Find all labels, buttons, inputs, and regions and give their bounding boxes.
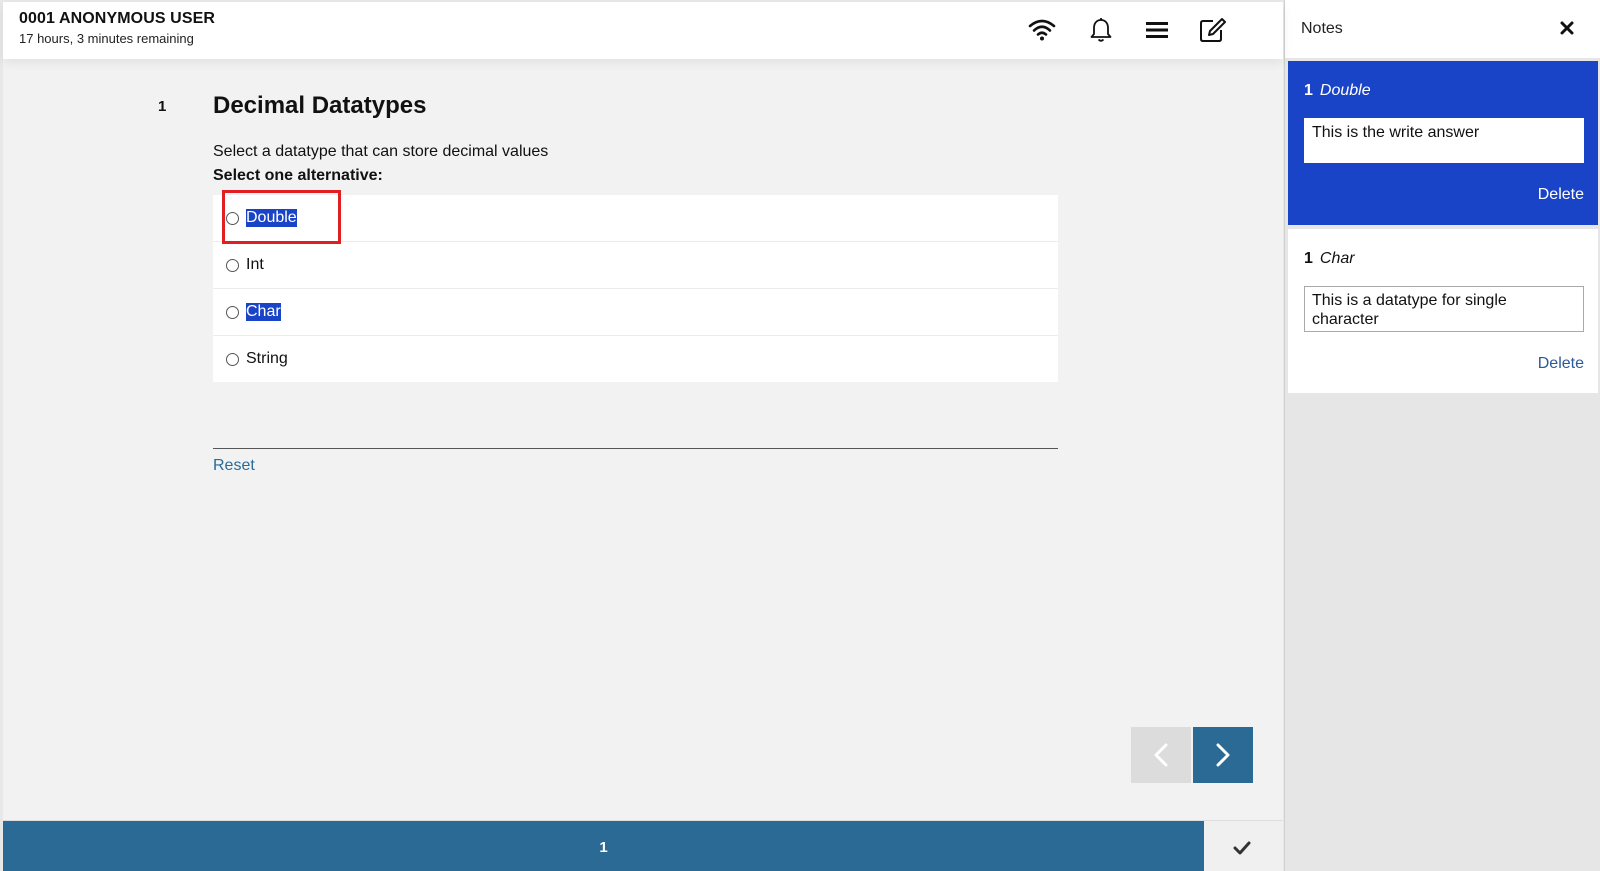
footer-bar: 1 (3, 820, 1283, 871)
question-number: 1 (158, 98, 167, 115)
chevron-right-icon (1216, 743, 1230, 767)
menu-icon[interactable] (1142, 15, 1172, 45)
notes-title: Notes (1301, 20, 1343, 37)
note-text-field[interactable]: This is the write answer (1304, 118, 1584, 163)
close-icon[interactable] (1557, 18, 1577, 38)
divider (213, 448, 1058, 449)
next-button[interactable] (1193, 727, 1253, 783)
wifi-icon[interactable] (1027, 15, 1057, 45)
delete-note-button[interactable]: Delete (1538, 355, 1584, 373)
alternative-label: String (246, 350, 288, 367)
reset-link[interactable]: Reset (213, 457, 255, 475)
note-heading: 1 Char (1304, 250, 1355, 268)
question-instruction: Select one alternative: (213, 167, 383, 184)
radio-button[interactable] (226, 211, 239, 225)
candidate-name: 0001 ANONYMOUS USER (19, 10, 216, 27)
note-card-double[interactable]: 1 Double This is the write answer Delete (1288, 61, 1598, 225)
page-tab-1[interactable]: 1 (3, 821, 1204, 871)
note-reference: Double (1319, 82, 1371, 99)
note-text-field[interactable]: This is a datatype for single character (1304, 286, 1584, 332)
checkmark-icon[interactable] (1229, 835, 1255, 861)
radio-button[interactable] (226, 352, 239, 366)
radio-button[interactable] (226, 305, 239, 319)
alternative-char[interactable]: Char (213, 289, 1058, 336)
alternative-string[interactable]: String (213, 336, 1058, 382)
radio-button[interactable] (226, 258, 239, 272)
edit-note-icon[interactable] (1198, 15, 1228, 45)
notes-panel: Notes 1 Double This is the write answer D… (1284, 0, 1600, 871)
alternative-label: Double (246, 209, 297, 227)
time-remaining: 17 hours, 3 minutes remaining (19, 31, 194, 46)
note-reference: Char (1319, 250, 1355, 267)
alternative-double[interactable]: Double (213, 195, 1058, 242)
note-heading: 1 Double (1304, 82, 1371, 100)
alternatives-list: Double Int Char String (213, 195, 1058, 382)
notes-header: Notes (1285, 0, 1600, 58)
previous-button[interactable] (1131, 727, 1191, 783)
note-card-char[interactable]: 1 Char This is a datatype for single char… (1288, 229, 1598, 393)
alternative-label: Int (246, 256, 264, 273)
exam-main-area: 0001 ANONYMOUS USER 17 hours, 3 minutes … (3, 2, 1283, 871)
note-question-number: 1 (1304, 82, 1313, 99)
alternative-int[interactable]: Int (213, 242, 1058, 289)
bell-icon[interactable] (1086, 15, 1116, 45)
chevron-left-icon (1154, 743, 1168, 767)
delete-note-button[interactable]: Delete (1538, 186, 1584, 204)
question-text: Select a datatype that can store decimal… (213, 143, 549, 160)
alternative-label: Char (246, 303, 281, 321)
question-title: Decimal Datatypes (213, 92, 427, 119)
note-question-number: 1 (1304, 250, 1313, 267)
top-header: 0001 ANONYMOUS USER 17 hours, 3 minutes … (3, 2, 1283, 59)
